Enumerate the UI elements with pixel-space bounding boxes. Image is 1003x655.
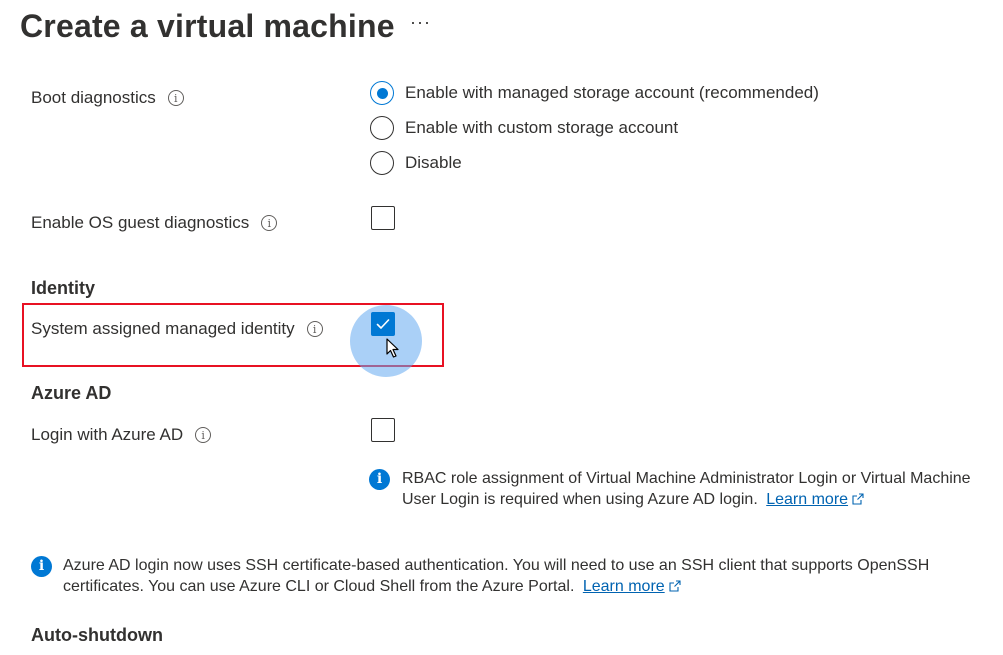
mouse-pointer-icon (386, 338, 399, 358)
ssh-info-line2: certificates. You can use Azure CLI or C… (63, 578, 575, 595)
info-filled-icon: i (369, 469, 390, 490)
ssh-info-line2-row: certificates. You can use Azure CLI or C… (63, 576, 929, 597)
page-title: Create a virtual machine (20, 8, 395, 44)
info-icon[interactable]: i (261, 215, 278, 231)
rbac-info-text: RBAC role assignment of Virtual Machine … (402, 468, 971, 510)
radio-managed-storage[interactable]: Enable with managed storage account (rec… (370, 81, 819, 105)
system-assigned-identity-checkbox[interactable] (371, 312, 395, 336)
radio-label: Disable (405, 153, 462, 172)
login-azure-ad-label: Login with Azure AD (31, 425, 184, 444)
radio-label: Enable with managed storage account (rec… (405, 83, 819, 102)
radio-label: Enable with custom storage account (405, 118, 679, 137)
rbac-info-line2: User Login is required when using Azure … (402, 491, 758, 508)
more-options-icon[interactable]: ··· (410, 12, 431, 33)
system-assigned-identity-row: System assigned managed identity i (31, 319, 323, 339)
radio-disable[interactable]: Disable (370, 151, 462, 175)
system-assigned-identity-label: System assigned managed identity (31, 319, 295, 338)
info-icon[interactable]: i (195, 427, 212, 443)
os-guest-diagnostics-label: Enable OS guest diagnostics (31, 213, 250, 232)
ssh-info-line1: Azure AD login now uses SSH certificate-… (63, 557, 930, 574)
external-link-icon[interactable] (852, 493, 864, 505)
os-guest-diagnostics-row: Enable OS guest diagnostics i (31, 213, 278, 233)
checkmark-icon (376, 319, 390, 329)
info-filled-icon: i (31, 556, 52, 577)
login-azure-ad-row: Login with Azure AD i (31, 425, 212, 445)
radio-button[interactable] (370, 116, 394, 140)
radio-custom-storage[interactable]: Enable with custom storage account (370, 116, 678, 140)
ssh-learn-more-link[interactable]: Learn more (583, 578, 665, 595)
info-icon[interactable]: i (167, 90, 184, 106)
rbac-info-line2-row: User Login is required when using Azure … (402, 489, 971, 510)
radio-button[interactable] (370, 151, 394, 175)
login-azure-ad-checkbox[interactable] (371, 418, 395, 442)
rbac-learn-more-link[interactable]: Learn more (766, 491, 848, 508)
rbac-info-line1: RBAC role assignment of Virtual Machine … (402, 470, 971, 487)
rbac-info-message: i RBAC role assignment of Virtual Machin… (369, 468, 989, 510)
radio-dot (376, 87, 388, 99)
ssh-info-text: Azure AD login now uses SSH certificate-… (63, 555, 929, 597)
auto-shutdown-section-title: Auto-shutdown (31, 625, 163, 645)
azure-ad-section-title: Azure AD (31, 383, 112, 403)
os-guest-diagnostics-checkbox[interactable] (371, 206, 395, 230)
external-link-icon[interactable] (669, 580, 681, 592)
boot-diagnostics-label: Boot diagnostics (31, 88, 156, 107)
identity-section-title: Identity (31, 278, 96, 298)
info-icon[interactable]: i (306, 321, 323, 337)
boot-diagnostics-row: Boot diagnostics i (31, 88, 184, 108)
ssh-info-message: i Azure AD login now uses SSH certificat… (31, 555, 991, 597)
radio-button-selected[interactable] (370, 81, 394, 105)
